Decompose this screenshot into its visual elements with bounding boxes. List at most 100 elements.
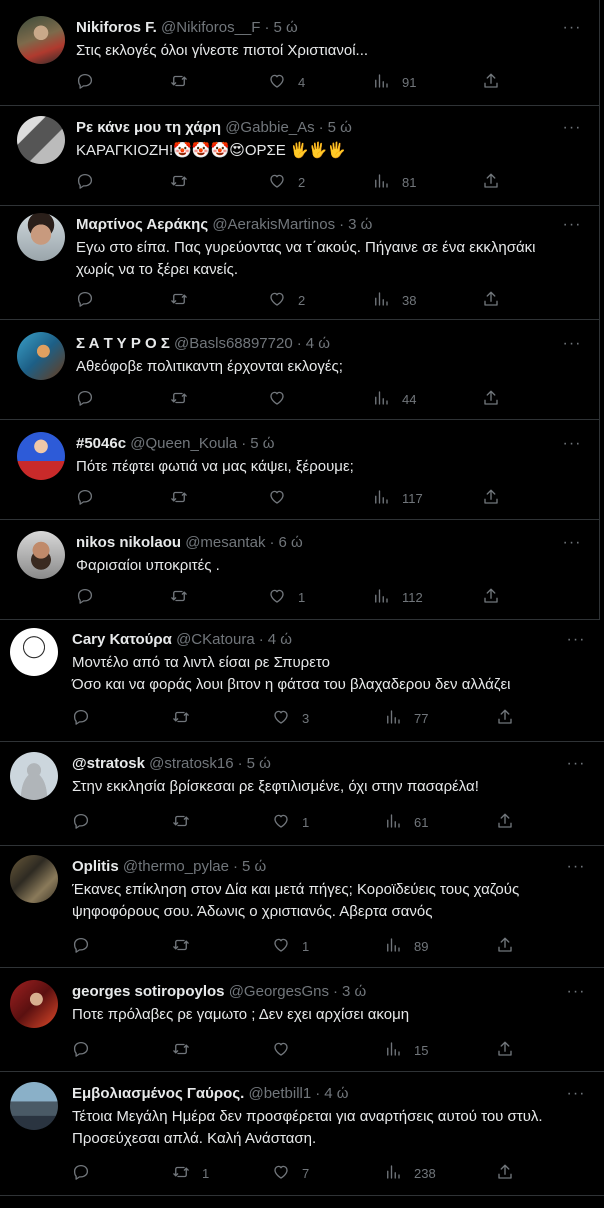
warriors-avatar[interactable] xyxy=(10,855,58,903)
views-button[interactable]: 15 xyxy=(384,1040,428,1060)
share-button[interactable] xyxy=(482,72,500,92)
tweet[interactable]: Σ Α Τ Υ Ρ Ο Σ @Basls68897720 · 4 ώ ··· Αθε… xyxy=(0,320,600,420)
reply-button[interactable] xyxy=(76,172,106,192)
retweet-button[interactable] xyxy=(172,708,202,728)
retweet-button[interactable] xyxy=(170,172,200,192)
more-icon[interactable]: ··· xyxy=(562,217,582,239)
views-button[interactable]: 112 xyxy=(372,587,423,607)
share-button[interactable] xyxy=(482,389,500,409)
superman-avatar[interactable] xyxy=(17,432,65,480)
author-handle[interactable]: @Gabbie_As xyxy=(225,119,314,136)
tweet[interactable]: Oplitis @thermo_pylae · 5 ώ ··· Έκανες επί… xyxy=(0,846,604,968)
reply-button[interactable] xyxy=(76,290,106,310)
tweet[interactable]: Μαρτίνος Αεράκης @AerakisMartinos · 3 ώ ··… xyxy=(0,206,600,320)
retweet-button[interactable] xyxy=(170,72,200,92)
more-icon[interactable]: ··· xyxy=(566,1086,586,1108)
retweet-button[interactable] xyxy=(170,488,200,508)
views-button[interactable]: 81 xyxy=(372,172,416,192)
author-handle[interactable]: @Nikiforos__F xyxy=(161,19,260,36)
default-avatar[interactable] xyxy=(10,752,58,800)
author-name[interactable]: Μαρτίνος Αεράκης xyxy=(76,216,208,233)
like-button[interactable]: 3 xyxy=(272,708,309,728)
timestamp[interactable]: 3 ώ xyxy=(342,983,366,1000)
tweet[interactable]: nikos nikolaou @mesantak · 6 ώ ··· Φαρισαί… xyxy=(0,520,600,620)
reply-button[interactable] xyxy=(76,72,106,92)
cartoon-hero-avatar[interactable] xyxy=(17,332,65,380)
author-name[interactable]: #5046c xyxy=(76,435,126,452)
retweet-button[interactable] xyxy=(172,1040,202,1060)
share-button[interactable] xyxy=(482,172,500,192)
timestamp[interactable]: 5 ώ xyxy=(250,435,274,452)
retweet-button[interactable] xyxy=(170,290,200,310)
share-button[interactable] xyxy=(496,1163,514,1183)
timestamp[interactable]: 4 ώ xyxy=(306,335,330,352)
reply-button[interactable] xyxy=(72,812,102,832)
bearded-man-avatar[interactable] xyxy=(17,531,65,579)
like-button[interactable]: 1 xyxy=(272,936,309,956)
share-button[interactable] xyxy=(482,488,500,508)
share-button[interactable] xyxy=(496,1040,514,1060)
timestamp[interactable]: 3 ώ xyxy=(348,216,372,233)
more-icon[interactable]: ··· xyxy=(562,436,582,458)
tweet[interactable]: Ρε κάνε μου τη χάρη @Gabbie_As · 5 ώ ··· Κ… xyxy=(0,106,600,206)
share-button[interactable] xyxy=(496,708,514,728)
retweet-button[interactable]: 1 xyxy=(172,1163,209,1183)
reply-button[interactable] xyxy=(72,1163,102,1183)
timestamp[interactable]: 5 ώ xyxy=(242,858,266,875)
share-button[interactable] xyxy=(482,290,500,310)
views-button[interactable]: 77 xyxy=(384,708,428,728)
city-avatar[interactable] xyxy=(10,1082,58,1130)
reply-button[interactable] xyxy=(72,936,102,956)
author-name[interactable]: Oplitis xyxy=(72,858,119,875)
tweet[interactable]: #5046c @Queen_Koula · 5 ώ ··· Πότε πέφτει … xyxy=(0,420,600,520)
more-icon[interactable]: ··· xyxy=(566,984,586,1006)
like-button[interactable]: 7 xyxy=(272,1163,309,1183)
author-handle[interactable]: @GeorgesGns xyxy=(229,983,329,1000)
views-button[interactable]: 91 xyxy=(372,72,416,92)
like-button[interactable]: 1 xyxy=(268,587,305,607)
more-icon[interactable]: ··· xyxy=(562,120,582,142)
red-photo-avatar[interactable] xyxy=(10,980,58,1028)
views-button[interactable]: 38 xyxy=(372,290,416,310)
reply-button[interactable] xyxy=(72,1040,102,1060)
reply-button[interactable] xyxy=(76,488,106,508)
more-icon[interactable]: ··· xyxy=(566,859,586,881)
timestamp[interactable]: 5 ώ xyxy=(273,19,297,36)
more-icon[interactable]: ··· xyxy=(566,632,586,654)
retweet-button[interactable] xyxy=(170,389,200,409)
views-button[interactable]: 89 xyxy=(384,936,428,956)
author-handle[interactable]: @thermo_pylae xyxy=(123,858,229,875)
retweet-button[interactable] xyxy=(172,812,202,832)
author-name[interactable]: @stratosk xyxy=(72,755,145,772)
author-name[interactable]: Nikiforos F. xyxy=(76,19,157,36)
author-name[interactable]: nikos nikolaou xyxy=(76,534,181,551)
like-button[interactable]: 2 xyxy=(268,172,305,192)
author-handle[interactable]: @Queen_Koula xyxy=(130,435,237,452)
author-handle[interactable]: @stratosk16 xyxy=(149,755,233,772)
author-handle[interactable]: @betbill1 xyxy=(248,1085,311,1102)
bw-photo-avatar[interactable] xyxy=(17,116,65,164)
author-name[interactable]: Ρε κάνε μου τη χάρη xyxy=(76,119,221,136)
more-icon[interactable]: ··· xyxy=(562,20,582,42)
reply-button[interactable] xyxy=(72,708,102,728)
views-button[interactable]: 117 xyxy=(372,488,423,508)
author-handle[interactable]: @Basls68897720 xyxy=(174,335,293,352)
more-icon[interactable]: ··· xyxy=(566,756,586,778)
retweet-button[interactable] xyxy=(170,587,200,607)
author-handle[interactable]: @AerakisMartinos xyxy=(212,216,335,233)
like-button[interactable]: 4 xyxy=(268,72,305,92)
like-button[interactable]: 1 xyxy=(272,812,309,832)
author-name[interactable]: Εμβολιασμένος Γαύρος. xyxy=(72,1085,244,1102)
views-button[interactable]: 61 xyxy=(384,812,428,832)
timestamp[interactable]: 5 ώ xyxy=(247,755,271,772)
tweet[interactable]: @stratosk @stratosk16 · 5 ώ ··· Στην εκκλη… xyxy=(0,742,604,846)
retweet-button[interactable] xyxy=(172,936,202,956)
timestamp[interactable]: 4 ώ xyxy=(268,631,292,648)
author-handle[interactable]: @mesantak xyxy=(185,534,265,551)
share-button[interactable] xyxy=(496,936,514,956)
like-button[interactable] xyxy=(268,488,298,508)
like-button[interactable] xyxy=(268,389,298,409)
timestamp[interactable]: 4 ώ xyxy=(324,1085,348,1102)
sketch-avatar[interactable] xyxy=(10,628,58,676)
tweet[interactable]: georges sotiropoylos @GeorgesGns · 3 ώ ···… xyxy=(0,968,604,1072)
